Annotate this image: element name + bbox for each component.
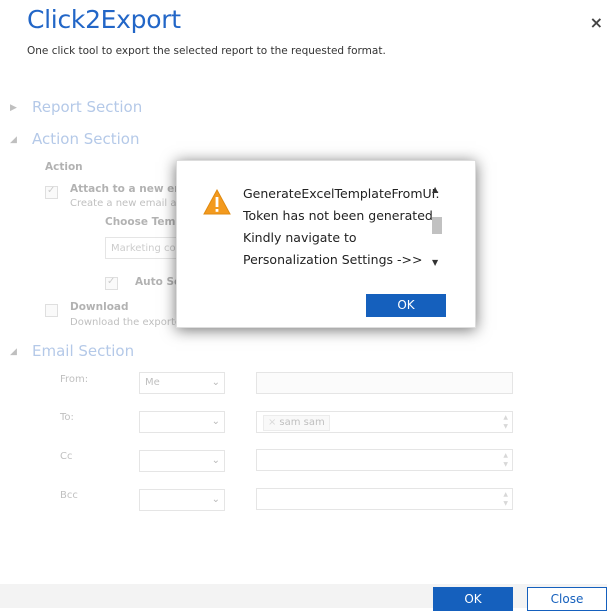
collapse-triangle-icon: ◢ — [10, 347, 17, 357]
scroll-down-icon[interactable]: ▼ — [432, 258, 438, 267]
cc-label: Cc — [60, 451, 73, 462]
spinner-icon[interactable]: ▲ ▼ — [503, 413, 508, 431]
recipient-tag[interactable]: × sam sam — [263, 415, 330, 431]
collapse-triangle-icon: ◢ — [10, 135, 17, 145]
chevron-down-icon: ⌄ — [211, 455, 220, 466]
scrollbar-thumb[interactable] — [432, 217, 442, 234]
ok-button[interactable]: OK — [433, 587, 513, 611]
download-checkbox[interactable] — [45, 304, 58, 317]
spinner-icon[interactable]: ▲ ▼ — [503, 490, 508, 508]
remove-tag-icon[interactable]: × — [268, 417, 276, 428]
bcc-select[interactable]: ⌄ — [139, 489, 225, 511]
chevron-down-icon: ⌄ — [211, 416, 220, 427]
alert-message: GenerateExcelTemplateFromUI: Token has n… — [243, 186, 440, 267]
message-scrollbar[interactable]: ▲ ▼ — [429, 183, 445, 269]
action-section-header[interactable]: ◢ Action Section — [10, 130, 139, 148]
close-icon[interactable]: × — [590, 13, 603, 32]
download-option-title: Download — [70, 301, 129, 313]
report-section-header[interactable]: ▶ Report Section — [10, 98, 142, 116]
footer-bar — [0, 584, 607, 608]
scroll-up-icon[interactable]: ▲ — [432, 185, 438, 194]
cc-select[interactable]: ⌄ — [139, 450, 225, 472]
to-input[interactable]: × sam sam ▲ ▼ — [256, 411, 513, 433]
attach-checkbox[interactable] — [45, 185, 58, 199]
page-title: Click2Export — [27, 5, 181, 34]
from-label: From: — [60, 374, 89, 385]
to-select[interactable]: ⌄ — [139, 411, 225, 433]
auto-send-checkbox[interactable] — [105, 276, 118, 290]
action-label: Action — [45, 161, 83, 173]
attach-option-title: Attach to a new ema — [70, 183, 193, 195]
email-section-header[interactable]: ◢ Email Section — [10, 342, 134, 360]
bcc-input[interactable]: ▲ ▼ — [256, 488, 513, 510]
expand-triangle-icon: ▶ — [10, 103, 17, 113]
choose-template-label: Choose Templ — [105, 216, 187, 228]
attach-option-desc: Create a new email an — [70, 198, 183, 209]
dialog-ok-button[interactable]: OK — [366, 294, 446, 317]
cc-input[interactable]: ▲ ▼ — [256, 449, 513, 471]
from-select[interactable]: Me ⌄ — [139, 372, 225, 394]
download-option-desc: Download the exporte — [70, 317, 182, 328]
page-subtitle: One click tool to export the selected re… — [27, 45, 386, 57]
chevron-down-icon: ⌄ — [211, 377, 220, 388]
auto-send-label: Auto Se — [135, 276, 182, 288]
to-label: To: — [60, 412, 74, 423]
spinner-icon[interactable]: ▲ ▼ — [503, 451, 508, 469]
alert-message-area: GenerateExcelTemplateFromUI: Token has n… — [243, 183, 443, 269]
alert-dialog: GenerateExcelTemplateFromUI: Token has n… — [176, 160, 476, 328]
warning-icon — [203, 189, 231, 215]
bcc-label: Bcc — [60, 490, 78, 501]
from-input[interactable] — [256, 372, 513, 394]
close-button[interactable]: Close — [527, 587, 607, 611]
chevron-down-icon: ⌄ — [211, 494, 220, 505]
